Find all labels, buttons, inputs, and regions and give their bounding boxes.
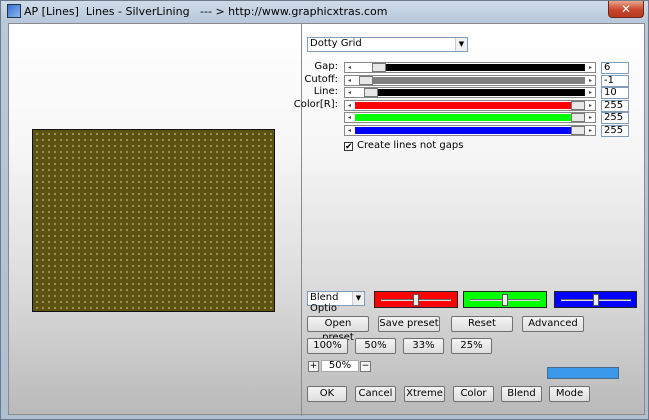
zoom-in-button[interactable]: + <box>308 361 319 372</box>
blue-swatch-knob[interactable] <box>593 294 599 306</box>
gap-slider-fill <box>386 64 585 71</box>
zoom-50-button[interactable]: 50% <box>355 338 396 354</box>
red-value-field[interactable]: 255 <box>601 99 629 112</box>
chevron-down-icon: ▼ <box>352 292 364 305</box>
red-slider-thumb[interactable] <box>571 100 585 110</box>
line-slider-fill <box>377 89 585 97</box>
advanced-button[interactable]: Advanced <box>522 316 584 332</box>
zoom-25-button[interactable]: 25% <box>451 338 492 354</box>
arrow-right-icon[interactable]: ▸ <box>586 76 595 85</box>
plugin-window: AP [Lines] Lines - SilverLining --- > ht… <box>0 0 649 420</box>
color-preview-bar[interactable] <box>547 367 619 379</box>
open-preset-button[interactable]: Open preset <box>307 316 369 343</box>
create-lines-checkbox[interactable]: ✔ <box>344 142 353 152</box>
reset-button[interactable]: Reset <box>451 316 513 332</box>
cutoff-slider-thumb[interactable] <box>359 75 374 85</box>
save-preset-button[interactable]: Save preset <box>378 316 440 332</box>
effect-dropdown[interactable]: Dotty Grid ▼ <box>307 37 468 52</box>
window-title: AP [Lines] Lines - SilverLining --- > ht… <box>24 5 388 18</box>
blue-value-field[interactable]: 255 <box>601 125 629 137</box>
zoom-level-field[interactable]: 50% <box>321 360 359 372</box>
arrow-right-icon[interactable]: ▸ <box>586 113 595 122</box>
cutoff-slider-fill <box>373 76 585 84</box>
arrow-right-icon[interactable]: ▸ <box>586 126 595 135</box>
red-channel-swatch[interactable] <box>374 291 458 308</box>
red-slider[interactable]: ◂ ▸ <box>344 99 596 111</box>
green-swatch-knob[interactable] <box>502 294 508 306</box>
arrow-right-icon[interactable]: ▸ <box>586 88 595 97</box>
xtreme-button[interactable]: Xtreme <box>404 386 445 402</box>
cutoff-label: Cutoff: <box>304 73 338 85</box>
blue-slider-thumb[interactable] <box>571 126 585 135</box>
green-slider-fill <box>355 114 573 122</box>
cutoff-slider[interactable]: ◂ ▸ <box>344 74 596 86</box>
effect-dropdown-value: Dotty Grid <box>310 38 362 49</box>
blue-channel-swatch[interactable] <box>554 291 637 308</box>
zoom-33-button[interactable]: 33% <box>403 338 444 354</box>
cancel-button[interactable]: Cancel <box>355 386 396 402</box>
zoom-out-button[interactable]: − <box>360 361 371 372</box>
preview-image <box>32 129 275 312</box>
mode-button[interactable]: Mode <box>549 386 590 402</box>
gap-slider-thumb[interactable] <box>372 63 387 72</box>
green-slider-thumb[interactable] <box>571 113 585 123</box>
green-channel-swatch[interactable] <box>463 291 547 308</box>
line-slider[interactable]: ◂ ▸ <box>344 87 596 99</box>
gap-slider[interactable]: ◂ ▸ <box>344 62 596 73</box>
arrow-left-icon[interactable]: ◂ <box>345 76 354 85</box>
gap-value-field[interactable]: 6 <box>601 62 629 74</box>
arrow-left-icon[interactable]: ◂ <box>345 101 354 110</box>
gap-label: Gap: <box>314 61 338 72</box>
client-area: Dotty Grid ▼ Gap: ◂ ▸ 6 Cutoff: ◂ ▸ -1 Line: ◂ ▸ 10… <box>8 23 645 416</box>
cutoff-value-field[interactable]: -1 <box>601 74 629 87</box>
arrow-left-icon[interactable]: ◂ <box>345 88 354 97</box>
line-label: Line: <box>313 86 338 98</box>
blue-slider-fill <box>355 127 573 134</box>
ok-button[interactable]: OK <box>307 386 347 402</box>
arrow-left-icon[interactable]: ◂ <box>345 126 354 135</box>
close-button[interactable]: ✕ <box>608 1 644 18</box>
title-bar: AP [Lines] Lines - SilverLining --- > ht… <box>1 1 649 21</box>
arrow-left-icon[interactable]: ◂ <box>345 113 354 122</box>
red-slider-fill <box>355 101 573 109</box>
red-label: Color[R]: <box>293 98 338 110</box>
arrow-left-icon[interactable]: ◂ <box>345 63 354 72</box>
blend-options-dropdown[interactable]: Blend Optio ▼ <box>307 291 365 314</box>
app-icon <box>7 4 21 18</box>
line-slider-thumb[interactable] <box>363 88 378 98</box>
arrow-right-icon[interactable]: ▸ <box>586 101 595 110</box>
red-swatch-knob[interactable] <box>413 294 419 306</box>
green-value-field[interactable]: 255 <box>601 112 629 125</box>
green-slider[interactable]: ◂ ▸ <box>344 112 596 124</box>
create-lines-label: Create lines not gaps <box>357 140 464 151</box>
chevron-down-icon: ▼ <box>455 38 467 51</box>
color-button[interactable]: Color <box>453 386 494 402</box>
arrow-right-icon[interactable]: ▸ <box>586 63 595 72</box>
blue-slider[interactable]: ◂ ▸ <box>344 125 596 136</box>
zoom-100-button[interactable]: 100% <box>307 338 348 354</box>
line-value-field[interactable]: 10 <box>601 87 629 100</box>
blend-button[interactable]: Blend <box>501 386 542 402</box>
blend-options-value: Blend Optio <box>310 292 339 314</box>
